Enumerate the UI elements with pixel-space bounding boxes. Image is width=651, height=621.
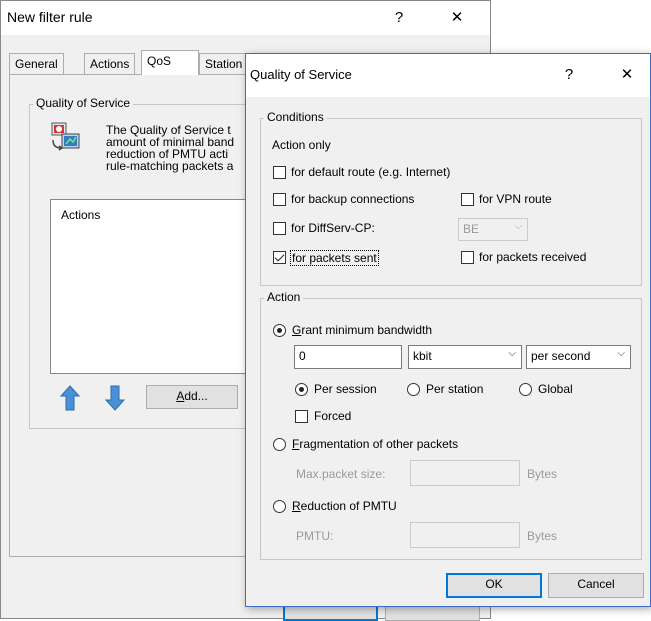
group-title: Quality of Service bbox=[33, 96, 134, 110]
diffserv-checkbox[interactable] bbox=[273, 222, 286, 235]
dialog-title: Quality of Service bbox=[250, 67, 352, 82]
tab-label: General bbox=[15, 57, 58, 71]
default-route-checkbox[interactable] bbox=[273, 166, 286, 179]
arrow-up-icon bbox=[59, 385, 81, 411]
tab-label: Actions bbox=[90, 57, 130, 71]
vpn-route-label[interactable]: for VPN route bbox=[479, 192, 552, 206]
tab-actions[interactable]: Actions bbox=[84, 53, 136, 75]
vpn-route-checkbox[interactable] bbox=[461, 193, 474, 206]
reduction-mnemonic: R bbox=[292, 499, 301, 513]
per-station-label[interactable]: Per station bbox=[426, 382, 483, 396]
qos-dialog: Quality of Service ? ✕ Conditions Action… bbox=[245, 53, 651, 607]
close-icon[interactable]: ✕ bbox=[612, 65, 642, 83]
move-up-button[interactable] bbox=[55, 384, 85, 412]
global-label[interactable]: Global bbox=[538, 382, 573, 396]
tab-label: QoS bbox=[147, 54, 172, 68]
bytes-label: Bytes bbox=[527, 467, 558, 481]
fragmentation-label-rest: ragmentation of other packets bbox=[299, 437, 459, 451]
tab-general[interactable]: General bbox=[9, 53, 64, 75]
tab-qos[interactable]: QoS bbox=[141, 50, 199, 75]
add-label: dd... bbox=[184, 389, 208, 403]
reduction-label-rest: eduction of PMTU bbox=[300, 499, 397, 513]
help-icon[interactable]: ? bbox=[384, 9, 414, 26]
qos-icon bbox=[50, 120, 82, 154]
per-session-label[interactable]: Per session bbox=[314, 382, 377, 396]
forced-label[interactable]: Forced bbox=[314, 409, 351, 423]
chevron-down-icon: ⌵ bbox=[508, 348, 516, 359]
period-value: per second bbox=[531, 349, 591, 363]
title-bar: New filter rule ? ✕ bbox=[1, 1, 490, 35]
grant-bandwidth-label[interactable]: Grant minimum bandwidth bbox=[292, 323, 432, 337]
reduction-pmtu-label[interactable]: Reduction of PMTU bbox=[292, 499, 397, 513]
cancel-button[interactable]: Cancel bbox=[548, 573, 644, 598]
grant-mnemonic: G bbox=[292, 323, 302, 337]
diffserv-value: BE bbox=[463, 222, 480, 236]
forced-checkbox[interactable] bbox=[295, 410, 308, 423]
action-legend: Action bbox=[264, 290, 304, 304]
actions-list[interactable]: Actions bbox=[50, 199, 250, 374]
chevron-down-icon: ⌵ bbox=[617, 348, 625, 359]
add-button[interactable]: Add... bbox=[146, 385, 238, 409]
unit-select[interactable]: kbit ⌵ bbox=[408, 345, 522, 369]
global-radio[interactable] bbox=[519, 383, 532, 396]
max-packet-size-label: Max.packet size: bbox=[296, 467, 386, 481]
fragmentation-radio[interactable] bbox=[273, 438, 286, 451]
bandwidth-value: 0 bbox=[299, 349, 306, 363]
grant-bandwidth-radio[interactable] bbox=[273, 324, 286, 337]
packets-sent-checkbox[interactable] bbox=[273, 251, 286, 264]
reduction-pmtu-radio[interactable] bbox=[273, 500, 286, 513]
packets-sent-label[interactable]: for packets sent bbox=[290, 250, 379, 266]
action-only-label: Action only bbox=[272, 138, 331, 152]
actions-list-header: Actions bbox=[61, 208, 101, 222]
arrow-down-icon bbox=[104, 385, 126, 411]
ok-button[interactable]: OK bbox=[446, 573, 542, 598]
per-station-radio[interactable] bbox=[407, 383, 420, 396]
close-icon[interactable]: ✕ bbox=[442, 8, 472, 26]
backup-connections-label[interactable]: for backup connections bbox=[291, 192, 414, 206]
move-down-button[interactable] bbox=[100, 384, 130, 412]
packets-received-label[interactable]: for packets received bbox=[479, 250, 586, 264]
default-route-label[interactable]: for default route (e.g. Internet) bbox=[291, 165, 450, 179]
diffserv-label[interactable]: for DiffServ-CP: bbox=[291, 221, 375, 235]
diffserv-select[interactable]: BE ⌵ bbox=[458, 218, 528, 241]
pmtu-label: PMTU: bbox=[296, 529, 334, 543]
per-session-radio[interactable] bbox=[295, 383, 308, 396]
period-select[interactable]: per second ⌵ bbox=[526, 345, 631, 369]
window-title: New filter rule bbox=[7, 9, 93, 25]
bandwidth-input[interactable]: 0 bbox=[294, 345, 402, 369]
dialog-title-bar: Quality of Service ? ✕ bbox=[246, 54, 650, 97]
backup-connections-checkbox[interactable] bbox=[273, 193, 286, 206]
fragmentation-label[interactable]: Fragmentation of other packets bbox=[292, 437, 458, 451]
conditions-legend: Conditions bbox=[264, 110, 327, 124]
help-icon[interactable]: ? bbox=[554, 66, 584, 83]
qos-description: The Quality of Service t amount of minim… bbox=[106, 124, 234, 172]
action-group bbox=[260, 298, 642, 560]
bytes-label: Bytes bbox=[527, 529, 558, 543]
pmtu-input[interactable] bbox=[410, 522, 520, 548]
max-packet-size-input[interactable] bbox=[410, 460, 520, 486]
tab-label: Station bbox=[205, 57, 243, 71]
chevron-down-icon: ⌵ bbox=[514, 221, 522, 232]
grant-label-rest: rant minimum bandwidth bbox=[301, 323, 433, 337]
description-line: rule-matching packets a bbox=[106, 159, 234, 173]
unit-value: kbit bbox=[413, 349, 432, 363]
packets-received-checkbox[interactable] bbox=[461, 251, 474, 264]
